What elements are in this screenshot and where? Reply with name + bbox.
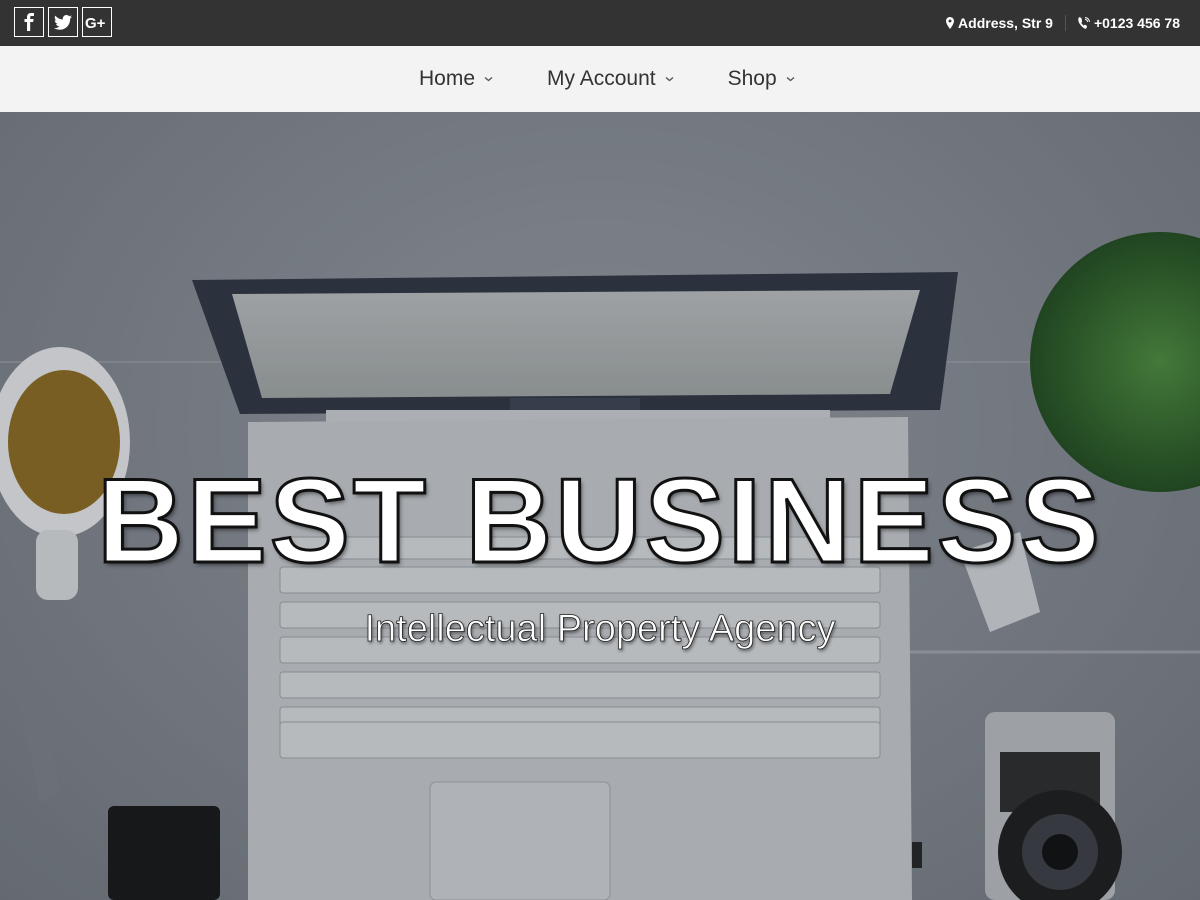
- contact-divider: [1064, 15, 1066, 31]
- chevron-down-icon: [484, 76, 493, 82]
- google-plus-button[interactable]: G+: [82, 7, 112, 37]
- nav-item-my-account[interactable]: My Account: [547, 67, 674, 91]
- svg-text:G+: G+: [85, 15, 106, 30]
- nav-menu: Home My Account Shop: [419, 46, 795, 112]
- top-bar: G+ Address, Str 9 +0123 456 78: [0, 0, 1200, 46]
- main-navigation: Home My Account Shop: [0, 46, 1200, 112]
- nav-item-home[interactable]: Home: [419, 67, 493, 91]
- nav-item-label: Shop: [727, 67, 777, 90]
- map-marker-icon: [946, 17, 955, 29]
- facebook-icon: [24, 13, 34, 31]
- social-links: G+: [14, 7, 112, 37]
- contact-info: Address, Str 9 +0123 456 78: [946, 0, 1180, 46]
- phone-item: +0123 456 78: [1078, 15, 1180, 31]
- phone-icon: [1078, 17, 1090, 29]
- hero-subtitle: Intellectual Property Agency: [364, 608, 836, 651]
- chevron-down-icon: [665, 76, 674, 82]
- address-item: Address, Str 9: [946, 15, 1053, 31]
- phone-text[interactable]: +0123 456 78: [1094, 15, 1180, 31]
- hero-title: BEST BUSINESS: [96, 453, 1103, 590]
- nav-item-label: My Account: [547, 67, 656, 90]
- nav-item-shop[interactable]: Shop: [728, 67, 795, 91]
- twitter-button[interactable]: [48, 7, 78, 37]
- facebook-button[interactable]: [14, 7, 44, 37]
- hero-banner: BEST BUSINESS Intellectual Property Agen…: [0, 112, 1200, 900]
- address-text: Address, Str 9: [958, 15, 1053, 31]
- twitter-icon: [54, 14, 72, 30]
- chevron-down-icon: [786, 76, 795, 82]
- google-plus-icon: G+: [85, 15, 106, 30]
- nav-item-label: Home: [419, 67, 476, 90]
